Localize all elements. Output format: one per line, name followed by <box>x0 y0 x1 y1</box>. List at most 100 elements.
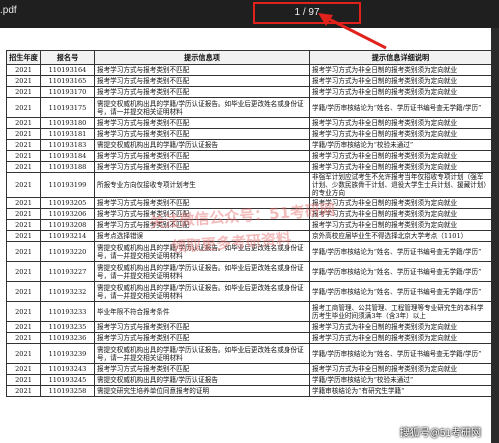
cell-id: 110193258 <box>40 385 95 397</box>
table-row: 2021 110193227 需提交权威机构出具的学籍/学历认证报告。如毕业后更改姓… <box>6 261 491 282</box>
cell-id: 110193181 <box>40 128 95 140</box>
cell-year: 2021 <box>6 230 41 242</box>
cell-year: 2021 <box>6 197 41 209</box>
cell-detail: 学籍审核结论为“有研究生学籍” <box>309 385 491 397</box>
table-row: 2021 110193236 报考学习方式与报考类别不匹配 报考学习方式为非全日制的报… <box>6 332 491 344</box>
table-row: 2021 110193258 需提交研究生培养单位同意报考的证明 学籍审核结论为“有研… <box>6 385 491 397</box>
cell-detail: 学籍/学历审核结论为“校验未通过” <box>309 139 491 151</box>
cell-year: 2021 <box>6 75 41 87</box>
cell-item: 需提交研究生培养单位同意报考的证明 <box>94 385 310 397</box>
cell-detail: 报考工商管理、公共管理、工程管理等专业研究生的本科学历考生毕业时间须满3年（含3… <box>309 301 491 322</box>
table-row: 2021 110193170 报考学习方式与报考类别不匹配 报考学习方式为非全日制的报… <box>6 86 491 98</box>
cell-item: 毕业年限不符合报考条件 <box>94 301 310 322</box>
cell-year: 2021 <box>6 219 41 231</box>
cell-id: 110193220 <box>40 241 95 262</box>
cell-year: 2021 <box>6 208 41 220</box>
cell-id: 110193180 <box>40 117 95 129</box>
cell-year: 2021 <box>6 321 41 333</box>
cell-item: 所报专业方向仅接收专项计划考生 <box>94 172 310 198</box>
cell-id: 110193245 <box>40 374 95 386</box>
document-page: 招生年度 报名号 提示信息项 提示信息详细说明 2021 110193164 报考学… <box>0 28 491 443</box>
cell-item: 报考学习方式与报考类别不匹配 <box>94 150 310 162</box>
cell-year: 2021 <box>6 332 41 344</box>
table-row: 2021 110193165 报考学习方式与报考类别不匹配 报考学习方式为非全日制的报… <box>6 75 491 87</box>
cell-id: 110193199 <box>40 172 95 198</box>
cell-year: 2021 <box>6 172 41 198</box>
cell-year: 2021 <box>6 86 41 98</box>
cell-item: 报考学习方式与报考类别不匹配 <box>94 117 310 129</box>
table-row: 2021 110193175 需提交权威机构出具的学籍/学历认证报告。如毕业后更改姓… <box>6 97 491 118</box>
cell-detail: 学籍/学历审核结论为“姓名、学历证书编号查无学籍/学历” <box>309 261 491 282</box>
table-row: 2021 110193235 报考学习方式与报考类别不匹配 报考学习方式为非全日制的报… <box>6 321 491 333</box>
cell-year: 2021 <box>6 117 41 129</box>
table-row: 2021 110193164 报考学习方式与报考类别不匹配 报考学习方式为非全日制的报… <box>6 64 491 76</box>
cell-detail: 报考学习方式为非全日制的报考类别须为定向就业 <box>309 64 491 76</box>
cell-id: 110193208 <box>40 219 95 231</box>
cell-id: 110193170 <box>40 86 95 98</box>
cell-year: 2021 <box>6 363 41 375</box>
cell-item: 需提交权威机构出具的学籍/学历认证报告。如毕业后更改姓名或身份证号，请一并提交相… <box>94 281 310 302</box>
cell-id: 110193188 <box>40 161 95 173</box>
table-row: 2021 110193183 需提交权威机构出具的学籍/学历认证报告 学籍/学历审核结… <box>6 139 491 151</box>
cell-detail: 学籍/学历审核结论为“姓名、学历证书编号查无学籍/学历” <box>309 97 491 118</box>
cell-item: 报考学习方式与报考类别不匹配 <box>94 86 310 98</box>
cell-item: 需提交权威机构出具的学籍/学历认证报告 <box>94 374 310 386</box>
cell-id: 110193206 <box>40 208 95 220</box>
cell-year: 2021 <box>6 241 41 262</box>
cell-year: 2021 <box>6 139 41 151</box>
cell-detail: 学籍/学历审核结论为“姓名、学历证书编号查无学籍/学历” <box>309 281 491 302</box>
cell-id: 110193175 <box>40 97 95 118</box>
cell-detail: 学籍/学历审核结论为“姓名、学历证书编号查无学籍/学历” <box>309 343 491 364</box>
cell-item: 报考学习方式与报考类别不匹配 <box>94 75 310 87</box>
cell-id: 110193184 <box>40 150 95 162</box>
cell-year: 2021 <box>6 64 41 76</box>
table-row: 2021 110193180 报考学习方式与报考类别不匹配 报考学习方式为非全日制的报… <box>6 117 491 129</box>
cell-detail: 报考学习方式为非全日制的报考类别须为定向就业 <box>309 75 491 87</box>
cell-year: 2021 <box>6 343 41 364</box>
cell-id: 110193205 <box>40 197 95 209</box>
cell-item: 报考学习方式与报考类别不匹配 <box>94 128 310 140</box>
cell-year: 2021 <box>6 97 41 118</box>
cell-id: 110193165 <box>40 75 95 87</box>
cell-year: 2021 <box>6 374 41 386</box>
cell-detail: 报考学习方式为非全日制的报考类别须为定向就业 <box>309 363 491 375</box>
cell-detail: 报考学习方式为非全日制的报考类别须为定向就业 <box>309 321 491 333</box>
red-arrow-icon <box>318 13 387 50</box>
cell-id: 110193214 <box>40 230 95 242</box>
cell-item: 报考学习方式与报考类别不匹配 <box>94 332 310 344</box>
cell-detail: 报考学习方式为非全日制的报考类别须为定向就业 <box>309 332 491 344</box>
cell-year: 2021 <box>6 385 41 397</box>
cell-item: 报考学习方式与报考类别不匹配 <box>94 363 310 375</box>
table-row: 2021 110193239 需提交权威机构出具的学籍/学历认证报告。如毕业后更改姓… <box>6 343 491 364</box>
cell-id: 110193164 <box>40 64 95 76</box>
cell-year: 2021 <box>6 128 41 140</box>
cell-year: 2021 <box>6 150 41 162</box>
cell-id: 110193243 <box>40 363 95 375</box>
cell-item: 报考学习方式与报考类别不匹配 <box>94 64 310 76</box>
cell-item: 报考学习方式与报考类别不匹配 <box>94 161 310 173</box>
cell-item: 需提交权威机构出具的学籍/学历认证报告。如毕业后更改姓名或身份证号，请一并提交相… <box>94 97 310 118</box>
cell-detail: 报考学习方式为非全日制的报考类别须为定向就业 <box>309 150 491 162</box>
cell-id: 110193183 <box>40 139 95 151</box>
table-row: 2021 110193184 报考学习方式与报考类别不匹配 报考学习方式为非全日制的报… <box>6 150 491 162</box>
cell-id: 110193236 <box>40 332 95 344</box>
table-row: 2021 110193243 报考学习方式与报考类别不匹配 报考学习方式为非全日制的报… <box>6 363 491 375</box>
cell-id: 110193235 <box>40 321 95 333</box>
cell-item: 报考学习方式与报考类别不匹配 <box>94 321 310 333</box>
cell-id: 110193233 <box>40 301 95 322</box>
cell-item: 需提交权威机构出具的学籍/学历认证报告 <box>94 139 310 151</box>
table-row: 2021 110193188 报考学习方式与报考类别不匹配 报考学习方式为非全日制的报… <box>6 161 491 173</box>
cell-year: 2021 <box>6 301 41 322</box>
cell-id: 110193232 <box>40 281 95 302</box>
table-row: 2021 110193181 报考学习方式与报考类别不匹配 报考学习方式为非全日制的报… <box>6 128 491 140</box>
cell-detail: 学籍/学历审核结论为“校验未通过” <box>309 374 491 386</box>
cell-id: 110193227 <box>40 261 95 282</box>
cell-detail: 报考学习方式为非全日制的报考类别须为定向就业 <box>309 86 491 98</box>
table-row: 2021 110193245 需提交权威机构出具的学籍/学历认证报告 学籍/学历审核结… <box>6 374 491 386</box>
table-row: 2021 110193232 需提交权威机构出具的学籍/学历认证报告。如毕业后更改姓… <box>6 281 491 302</box>
cell-year: 2021 <box>6 261 41 282</box>
cell-detail: 报考学习方式为非全日制的报考类别须为定向就业 <box>309 128 491 140</box>
cell-year: 2021 <box>6 281 41 302</box>
viewer-side-bar <box>491 28 499 443</box>
cell-item: 需提交权威机构出具的学籍/学历认证报告。如毕业后更改姓名或身份证号，请一并提交相… <box>94 343 310 364</box>
